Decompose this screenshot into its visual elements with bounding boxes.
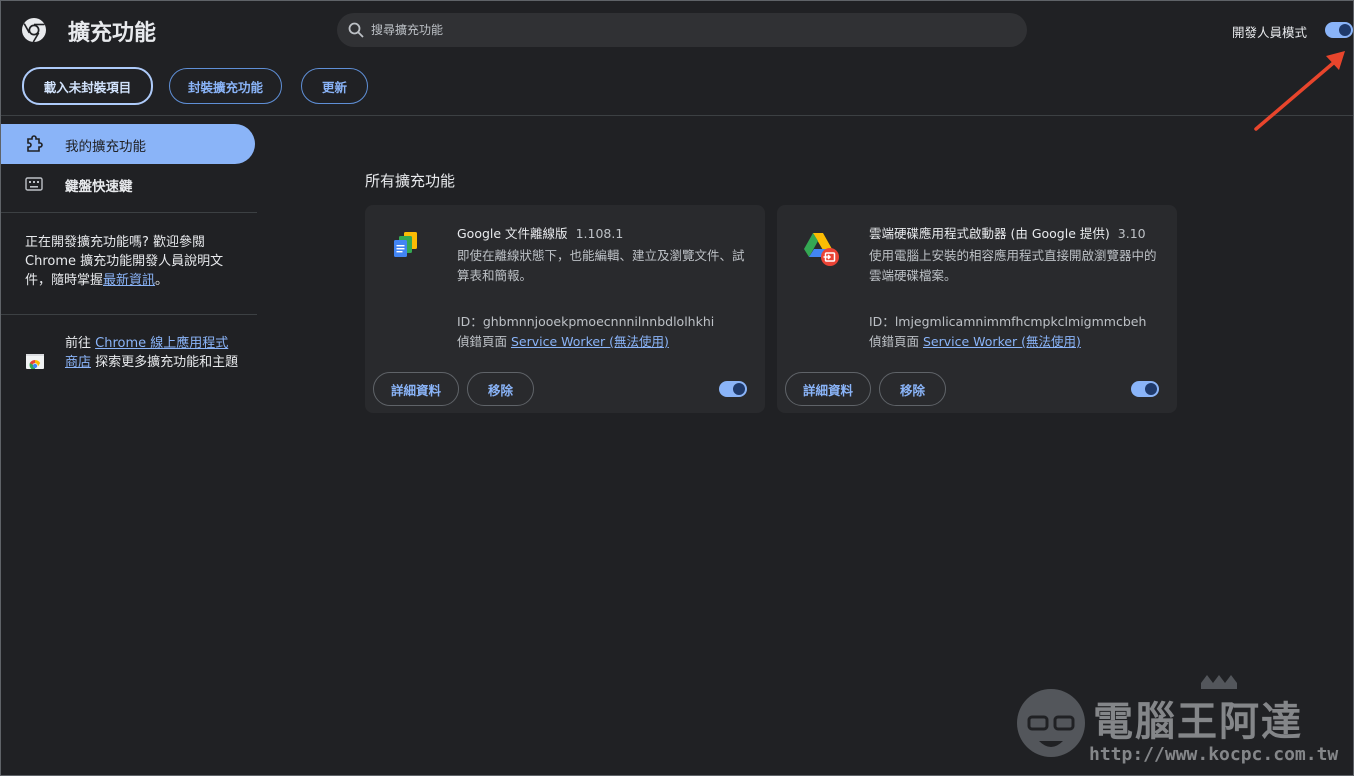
developer-info-text: 正在開發擴充功能嗎? 歡迎參閱 Chrome 擴充功能開發人員說明文件，隨時掌握…: [25, 233, 240, 290]
extension-card-docs-offline: Google 文件離線版 1.108.1 即使在離線狀態下，也能編輯、建立及瀏覽文…: [365, 205, 765, 413]
extension-id: ghbmnnjooekpmoecnnnilnnbdlolhkhi: [482, 314, 715, 329]
sidebar-item-my-extensions[interactable]: 我的擴充功能: [1, 124, 255, 164]
extension-id-label: ID：: [457, 314, 483, 329]
latest-news-link[interactable]: 最新資訊: [103, 273, 155, 288]
search-input[interactable]: [371, 13, 1011, 47]
search-bar[interactable]: [337, 13, 1027, 47]
remove-button[interactable]: 移除: [879, 372, 946, 406]
toggle-knob: [1145, 383, 1157, 395]
inspect-views-row: 偵錯頁面 Service Worker (無法使用): [457, 331, 669, 350]
sidebar-item-label: 鍵盤快速鍵: [65, 179, 133, 195]
extension-name: Google 文件離線版: [457, 226, 568, 241]
puzzle-icon: [27, 135, 43, 152]
remove-button[interactable]: 移除: [467, 372, 534, 406]
web-store-suffix: 探索更多擴充功能和主題: [91, 355, 239, 370]
toggle-knob: [733, 383, 745, 395]
page-title: 擴充功能: [68, 21, 157, 46]
pack-extension-button[interactable]: 封裝擴充功能: [169, 68, 282, 104]
google-docs-offline-icon: [394, 232, 417, 257]
inspect-views-label: 偵錯頁面: [869, 334, 923, 349]
sidebar-item-keyboard-shortcuts[interactable]: 鍵盤快速鍵: [1, 166, 255, 202]
inspect-views-label: 偵錯頁面: [457, 334, 511, 349]
details-button[interactable]: 詳細資料: [785, 372, 871, 406]
extension-enable-toggle[interactable]: [719, 381, 747, 397]
watermark-url: http://www.kocpc.com.tw: [1089, 744, 1339, 765]
extension-description: 使用電腦上安裝的相容應用程式直接開啟瀏覽器中的雲端硬碟檔案。: [869, 248, 1157, 283]
service-worker-link[interactable]: Service Worker (無法使用): [511, 334, 669, 349]
service-worker-link[interactable]: Service Worker (無法使用): [923, 334, 1081, 349]
extension-id-label: ID：: [869, 314, 895, 329]
extension-description: 即使在離線狀態下，也能編輯、建立及瀏覽文件、試算表和簡報。: [457, 248, 745, 283]
inspect-views-row: 偵錯頁面 Service Worker (無法使用): [869, 331, 1081, 350]
chrome-logo-icon: [22, 18, 46, 43]
sidebar-item-label: 我的擴充功能: [65, 139, 146, 155]
sidebar-divider: [1, 314, 257, 315]
web-store-text: 前往 Chrome 線上應用程式商店 探索更多擴充功能和主題: [65, 334, 240, 372]
extension-name-row: Google 文件離線版 1.108.1: [457, 223, 623, 242]
update-button[interactable]: 更新: [301, 68, 368, 104]
extension-version: 1.108.1: [575, 226, 624, 241]
search-icon: [348, 22, 364, 38]
developer-info-suffix: 。: [155, 273, 169, 288]
extension-enable-toggle[interactable]: [1131, 381, 1159, 397]
section-title: 所有擴充功能: [365, 172, 456, 190]
toggle-knob: [1339, 24, 1351, 36]
developer-mode-toggle[interactable]: [1325, 22, 1353, 38]
google-drive-launcher-icon: [804, 233, 839, 266]
extension-name-row: 雲端硬碟應用程式啟動器 (由 Google 提供) 3.10: [869, 223, 1146, 242]
extension-id: lmjegmlicamnimmfhcmpkclmigmmcbeh: [894, 314, 1147, 329]
watermark-text: 電腦王阿達: [1093, 699, 1303, 745]
header: 擴充功能 開發人員模式 載入未封裝項目 封裝擴充功能 更新: [1, 1, 1353, 116]
developer-mode-label: 開發人員模式: [1232, 25, 1308, 40]
extension-version: 3.10: [1117, 226, 1146, 241]
extension-id-row: ID：lmjegmlicamnimmfhcmpkclmigmmcbeh: [869, 311, 1146, 330]
web-store-icon: [26, 354, 44, 369]
sidebar-divider: [1, 212, 257, 213]
extension-card-drive-launcher: 雲端硬碟應用程式啟動器 (由 Google 提供) 3.10 使用電腦上安裝的相容…: [777, 205, 1177, 413]
web-store-prefix: 前往: [65, 336, 96, 351]
extension-name: 雲端硬碟應用程式啟動器 (由 Google 提供): [869, 226, 1110, 241]
details-button[interactable]: 詳細資料: [373, 372, 459, 406]
load-unpacked-button[interactable]: 載入未封裝項目: [22, 67, 153, 105]
keyboard-icon: [25, 177, 43, 191]
annotation-arrow-icon: [1254, 51, 1345, 131]
extension-id-row: ID：ghbmnnjooekpmoecnnnilnnbdlolhkhi: [457, 311, 714, 330]
